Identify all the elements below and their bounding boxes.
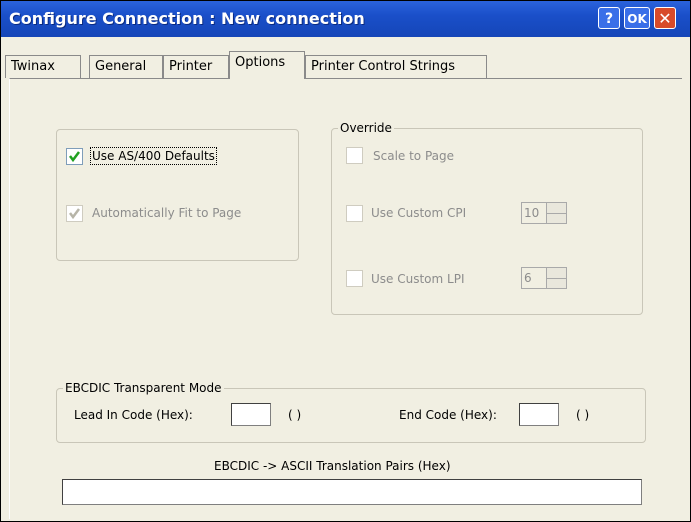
lpi-spinner-arrows [546, 267, 567, 289]
use-as400-defaults-label[interactable]: Use AS/400 Defaults [90, 147, 217, 165]
lead-in-code-input[interactable] [231, 403, 271, 426]
tab-printer[interactable]: Printer [163, 55, 229, 78]
close-button[interactable]: ✕ [654, 7, 676, 29]
scale-to-page-label: Scale to Page [373, 149, 455, 163]
cpi-spinner-arrows [546, 202, 567, 224]
lpi-value: 6 [521, 267, 547, 289]
use-as400-defaults-checkbox[interactable] [66, 148, 83, 165]
help-button[interactable]: ? [598, 7, 620, 29]
custom-cpi-label: Use Custom CPI [371, 206, 467, 220]
ebcdic-group-title: EBCDIC Transparent Mode [63, 381, 224, 395]
scale-to-page-checkbox [346, 147, 363, 164]
configure-connection-window: Configure Connection : New connection ? … [0, 0, 691, 522]
override-group-title: Override [338, 121, 394, 135]
tab-options[interactable]: Options [229, 51, 305, 79]
custom-cpi-checkbox [346, 205, 363, 222]
tab-printer-control-strings[interactable]: Printer Control Strings [305, 55, 487, 78]
cpi-spinner: 10 [521, 202, 567, 224]
end-code-label: End Code (Hex): [399, 408, 497, 422]
custom-lpi-label: Use Custom LPI [371, 272, 465, 286]
end-code-input[interactable] [519, 403, 559, 426]
checkmark-icon [69, 151, 80, 163]
tab-twinax[interactable]: Twinax [5, 55, 81, 78]
lpi-spinner: 6 [521, 267, 567, 289]
lead-in-code-label: Lead In Code (Hex): [74, 408, 193, 422]
title-bar: Configure Connection : New connection ? … [1, 1, 690, 37]
custom-lpi-checkbox [346, 270, 363, 287]
translation-pairs-input[interactable] [62, 479, 642, 505]
auto-fit-checkbox [66, 205, 83, 222]
tab-general[interactable]: General [89, 55, 163, 78]
ok-button[interactable]: OK [624, 7, 650, 29]
lead-in-code-preview: ( ) [288, 408, 302, 422]
checkmark-icon [69, 208, 80, 220]
auto-fit-label: Automatically Fit to Page [92, 206, 242, 220]
end-code-preview: ( ) [576, 408, 590, 422]
cpi-value: 10 [521, 202, 547, 224]
translation-pairs-label: EBCDIC -> ASCII Translation Pairs (Hex) [214, 459, 451, 473]
window-title: Configure Connection : New connection [9, 9, 365, 28]
